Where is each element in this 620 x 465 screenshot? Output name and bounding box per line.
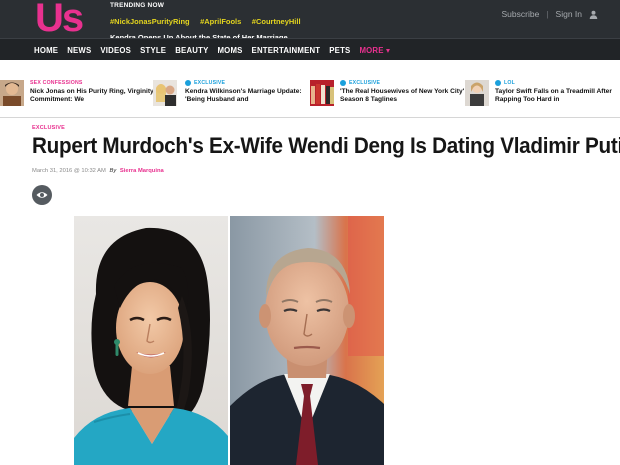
trending-title: TRENDING NOW bbox=[110, 2, 165, 9]
related-story[interactable]: LOL Taylor Swift Falls on a Treadmill Af… bbox=[465, 71, 620, 115]
article-headline: Rupert Murdoch's Ex-Wife Wendi Deng Is D… bbox=[32, 133, 620, 158]
woman-portrait-image bbox=[74, 216, 228, 465]
us-logo[interactable]: Us bbox=[34, 0, 98, 36]
nav-item-moms[interactable]: MOMS bbox=[217, 46, 242, 55]
related-stories: SEX CONFESSIONS Nick Jonas on His Purity… bbox=[0, 71, 620, 115]
trending-now: TRENDING NOW #NickJonasPurityRing #April… bbox=[110, 2, 307, 42]
byline-prefix: By bbox=[109, 168, 117, 174]
article-meta: March 31, 2016 @ 10:32 AM By Sierra Marq… bbox=[32, 168, 164, 174]
nav-item-home[interactable]: HOME bbox=[34, 46, 58, 55]
related-story[interactable]: EXCLUSIVE Kendra Wilkinson's Marriage Up… bbox=[153, 71, 313, 115]
play-icon bbox=[340, 80, 346, 86]
related-category: EXCLUSIVE bbox=[185, 80, 313, 86]
related-category: EXCLUSIVE bbox=[340, 80, 468, 86]
nav-item-more[interactable]: MORE ▾ bbox=[359, 46, 390, 55]
article-date: March 31, 2016 @ 10:32 AM bbox=[32, 168, 106, 174]
man-portrait-image bbox=[230, 216, 384, 465]
nav-item-beauty[interactable]: BEAUTY bbox=[175, 46, 208, 55]
trending-tag[interactable]: #CourtneyHill bbox=[252, 17, 301, 26]
article-photo-right[interactable] bbox=[230, 216, 384, 465]
nav-item-style[interactable]: STYLE bbox=[140, 46, 166, 55]
related-category: SEX CONFESSIONS bbox=[30, 80, 83, 86]
main-nav: HOME NEWS VIDEOS STYLE BEAUTY MOMS ENTER… bbox=[0, 38, 620, 60]
account-links: Subscribe | Sign In bbox=[502, 9, 599, 19]
related-story[interactable]: SEX CONFESSIONS Nick Jonas on His Purity… bbox=[0, 71, 155, 115]
eye-icon bbox=[36, 192, 48, 198]
view-button[interactable] bbox=[32, 185, 52, 205]
related-title[interactable]: Taylor Swift Falls on a Treadmill After … bbox=[495, 88, 620, 105]
related-category-label: EXCLUSIVE bbox=[194, 80, 226, 86]
play-icon bbox=[185, 80, 191, 86]
related-category: LOL bbox=[495, 80, 620, 86]
related-title[interactable]: Kendra Wilkinson's Marriage Update: 'Bei… bbox=[185, 88, 313, 105]
trending-tags: #NickJonasPurityRing #AprilFools #Courtn… bbox=[110, 11, 307, 29]
svg-text:Us: Us bbox=[35, 0, 83, 36]
nav-item-videos[interactable]: VIDEOS bbox=[100, 46, 131, 55]
article-author[interactable]: Sierra Marquina bbox=[120, 168, 164, 174]
nav-item-pets[interactable]: PETS bbox=[329, 46, 350, 55]
trending-tag[interactable]: #AprilFools bbox=[200, 17, 241, 26]
related-thumbnail[interactable] bbox=[153, 80, 177, 106]
divider bbox=[0, 117, 620, 118]
related-category-label: LOL bbox=[504, 80, 515, 86]
article-photo-left[interactable] bbox=[74, 216, 228, 465]
related-category-label: EXCLUSIVE bbox=[349, 80, 381, 86]
related-thumbnail[interactable] bbox=[465, 80, 489, 106]
article-badge[interactable]: EXCLUSIVE bbox=[32, 125, 65, 131]
separator: | bbox=[546, 9, 549, 19]
play-icon bbox=[495, 80, 501, 86]
related-thumbnail[interactable] bbox=[0, 80, 24, 106]
user-icon[interactable] bbox=[589, 10, 598, 19]
related-title[interactable]: 'The Real Housewives of New York City' S… bbox=[340, 88, 468, 105]
top-bar: Us TRENDING NOW #NickJonasPurityRing #Ap… bbox=[0, 0, 620, 42]
sign-in-link[interactable]: Sign In bbox=[556, 9, 582, 19]
subscribe-link[interactable]: Subscribe bbox=[502, 9, 540, 19]
nav-item-news[interactable]: NEWS bbox=[67, 46, 91, 55]
nav-item-entertainment[interactable]: ENTERTAINMENT bbox=[252, 46, 321, 55]
related-story[interactable]: EXCLUSIVE 'The Real Housewives of New Yo… bbox=[310, 71, 465, 115]
related-title[interactable]: Nick Jonas on His Purity Ring, Virginity… bbox=[30, 88, 158, 105]
related-thumbnail[interactable] bbox=[310, 80, 334, 106]
trending-tag[interactable]: #NickJonasPurityRing bbox=[110, 17, 190, 26]
